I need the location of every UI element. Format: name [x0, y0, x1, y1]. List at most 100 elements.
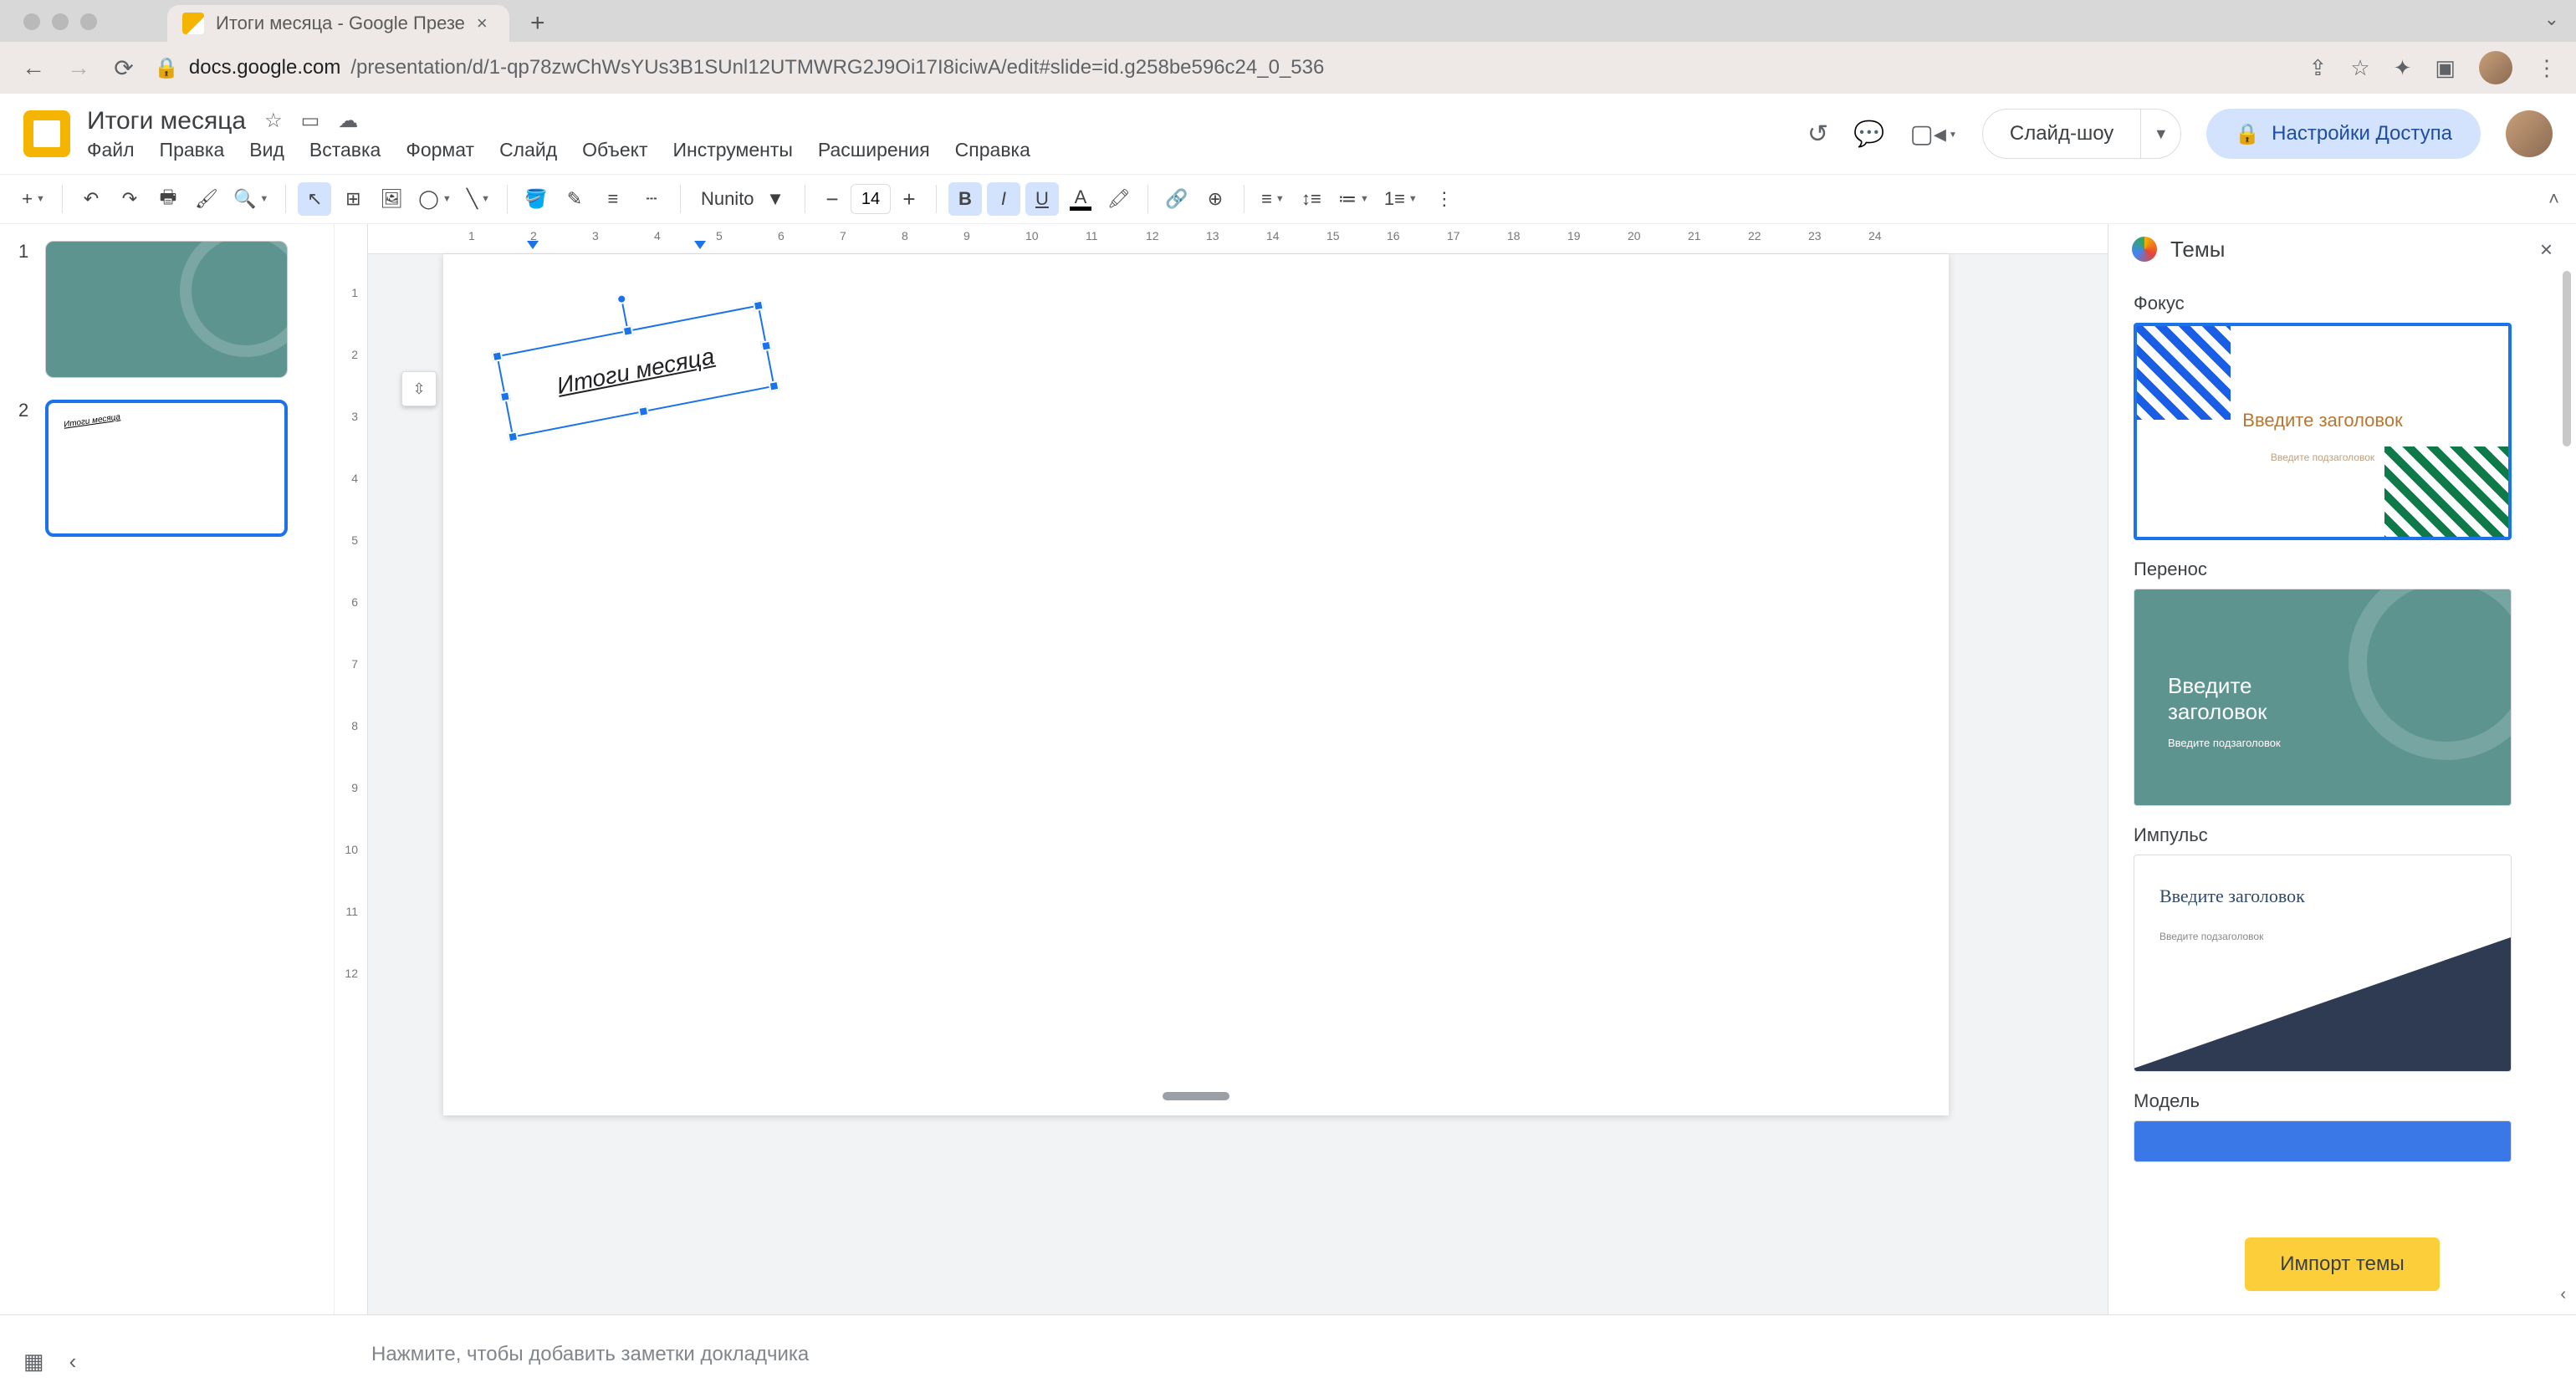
menu-extensions[interactable]: Расширения	[818, 139, 930, 161]
history-icon[interactable]: ↺	[1807, 120, 1828, 149]
menu-view[interactable]: Вид	[249, 139, 284, 161]
doc-title-input[interactable]: Итоги месяца	[87, 107, 246, 135]
tab-overflow-icon[interactable]: ⌄	[2544, 8, 2559, 30]
meet-camera-icon[interactable]: ▢◂▼	[1910, 120, 1957, 149]
bookmark-star-icon[interactable]: ☆	[2350, 55, 2369, 81]
resize-handle[interactable]	[760, 340, 772, 352]
menu-format[interactable]: Формат	[406, 139, 474, 161]
indent-marker-icon[interactable]	[694, 241, 706, 249]
resize-handle[interactable]	[492, 350, 503, 362]
font-family-select[interactable]: Nunito▼	[693, 182, 793, 216]
account-avatar-icon[interactable]	[2506, 110, 2553, 157]
insert-comment-button[interactable]: ⊕	[1199, 182, 1232, 216]
insert-link-button[interactable]: 🔗	[1160, 182, 1193, 216]
bulleted-list-button[interactable]: ≔▼	[1333, 182, 1374, 216]
theme-card-focus[interactable]: Введите заголовок Введите подзаголовок	[2134, 323, 2512, 540]
line-tool-button[interactable]: ╲▼	[462, 182, 495, 216]
undo-button[interactable]: ↶	[74, 182, 108, 216]
text-color-button[interactable]: A	[1064, 182, 1097, 216]
close-panel-icon[interactable]: ×	[2540, 237, 2553, 263]
resize-handle[interactable]	[499, 390, 511, 402]
italic-button[interactable]: I	[987, 182, 1020, 216]
sidepanel-icon[interactable]: ▣	[2435, 55, 2456, 81]
slides-app-icon[interactable]	[23, 110, 70, 157]
explore-grid-icon[interactable]: ▦	[23, 1349, 44, 1375]
menu-help[interactable]: Справка	[955, 139, 1030, 161]
tab-close-icon[interactable]: ×	[477, 13, 488, 34]
slideshow-dropdown[interactable]: ▼	[2141, 109, 2181, 159]
slide-canvas[interactable]: ⇳	[443, 254, 1949, 1115]
slide-thumb-1[interactable]: 1	[18, 241, 315, 378]
resize-handle[interactable]	[507, 431, 519, 442]
window-minimize[interactable]	[52, 13, 69, 30]
line-spacing-button[interactable]: ↕≡	[1295, 182, 1328, 216]
rotate-handle[interactable]	[616, 293, 627, 305]
window-close[interactable]	[23, 13, 40, 30]
slide-filmstrip[interactable]: 1 2 Итоги месяца	[0, 224, 335, 1314]
theme-card-perenos[interactable]: Введите заголовок Введите подзаголовок	[2134, 589, 2512, 806]
shape-tool-button[interactable]: ◯▼	[413, 182, 457, 216]
font-size-increase[interactable]: +	[894, 184, 924, 214]
fill-color-button[interactable]: 🪣	[519, 182, 553, 216]
window-zoom[interactable]	[80, 13, 97, 30]
resize-handle[interactable]	[622, 325, 634, 337]
resize-handle[interactable]	[768, 380, 779, 392]
panel-collapse-icon[interactable]: ‹	[2560, 1285, 2566, 1304]
browser-tab-active[interactable]: Итоги месяца - Google Презе ×	[167, 5, 509, 42]
import-theme-button[interactable]: Импорт темы	[2245, 1237, 2439, 1291]
star-icon[interactable]: ☆	[264, 109, 283, 133]
slide-thumb-2[interactable]: 2 Итоги месяца	[18, 400, 315, 537]
theme-card-model[interactable]	[2134, 1120, 2512, 1162]
profile-avatar-icon[interactable]	[2479, 51, 2512, 84]
align-button[interactable]: ≡▼	[1256, 182, 1290, 216]
more-options-button[interactable]: ⋮	[1428, 182, 1461, 216]
menu-slide[interactable]: Слайд	[499, 139, 557, 161]
border-dash-button[interactable]: ┄	[635, 182, 668, 216]
share-button[interactable]: 🔒 Настройки Доступа	[2206, 109, 2481, 159]
border-color-button[interactable]: ✎	[558, 182, 591, 216]
zoom-button[interactable]: 🔍▼	[228, 182, 273, 216]
panel-scrollbar[interactable]	[2563, 271, 2571, 446]
image-tool-button[interactable]: 🖼	[375, 182, 408, 216]
select-tool-button[interactable]: ↖	[298, 182, 331, 216]
textbox-tool-button[interactable]: ⊞	[336, 182, 370, 216]
paint-format-button[interactable]: 🖌	[190, 182, 223, 216]
new-tab-button[interactable]: +	[521, 7, 555, 40]
textbox-content[interactable]: Итоги месяца	[555, 343, 717, 400]
border-weight-button[interactable]: ≡	[596, 182, 630, 216]
resize-handle[interactable]	[753, 300, 764, 312]
menu-insert[interactable]: Вставка	[309, 139, 381, 161]
menu-object[interactable]: Объект	[582, 139, 647, 161]
nav-forward-icon[interactable]: →	[64, 53, 94, 83]
redo-button[interactable]: ↷	[113, 182, 146, 216]
font-size-decrease[interactable]: −	[817, 184, 847, 214]
fit-width-icon[interactable]: ⇳	[401, 371, 437, 406]
menu-file[interactable]: Файл	[87, 139, 135, 161]
speaker-notes-resize-handle[interactable]	[1163, 1092, 1229, 1100]
print-button[interactable]: 🖶	[151, 182, 185, 216]
font-size-input[interactable]: 14	[851, 184, 891, 214]
numbered-list-button[interactable]: 1≡▼	[1379, 182, 1423, 216]
underline-button[interactable]: U	[1025, 182, 1059, 216]
nav-reload-icon[interactable]: ⟳	[109, 53, 139, 83]
nav-back-icon[interactable]: ←	[18, 53, 49, 83]
share-page-icon[interactable]: ⇪	[2309, 55, 2328, 81]
new-slide-button[interactable]: +▼	[17, 182, 50, 216]
url-field[interactable]: 🔒 docs.google.com/presentation/d/1-qp78z…	[154, 56, 1324, 80]
toolbar-collapse-icon[interactable]: ˄	[2548, 188, 2559, 210]
collapse-filmstrip-icon[interactable]: ‹	[69, 1349, 77, 1375]
menu-tools[interactable]: Инструменты	[672, 139, 792, 161]
slideshow-button[interactable]: Слайд-шоу	[1982, 109, 2141, 159]
move-folder-icon[interactable]: ▭	[301, 109, 320, 133]
theme-card-impuls[interactable]: Введите заголовок Введите подзаголовок	[2134, 855, 2512, 1072]
resize-handle[interactable]	[637, 406, 649, 417]
extensions-puzzle-icon[interactable]: ✦	[2394, 55, 2412, 81]
bold-button[interactable]: B	[948, 182, 982, 216]
speaker-notes[interactable]: ▦ ‹ Нажмите, чтобы добавить заметки докл…	[0, 1314, 2576, 1393]
chrome-menu-icon[interactable]: ⋮	[2536, 64, 2558, 71]
highlight-button[interactable]: 🖍	[1102, 182, 1136, 216]
comments-icon[interactable]: 💬	[1853, 120, 1884, 149]
menu-edit[interactable]: Правка	[160, 139, 225, 161]
themes-list[interactable]: Фокус Введите заголовок Введите подзагол…	[2108, 274, 2576, 1222]
selected-textbox[interactable]: Итоги месяца	[496, 304, 774, 437]
